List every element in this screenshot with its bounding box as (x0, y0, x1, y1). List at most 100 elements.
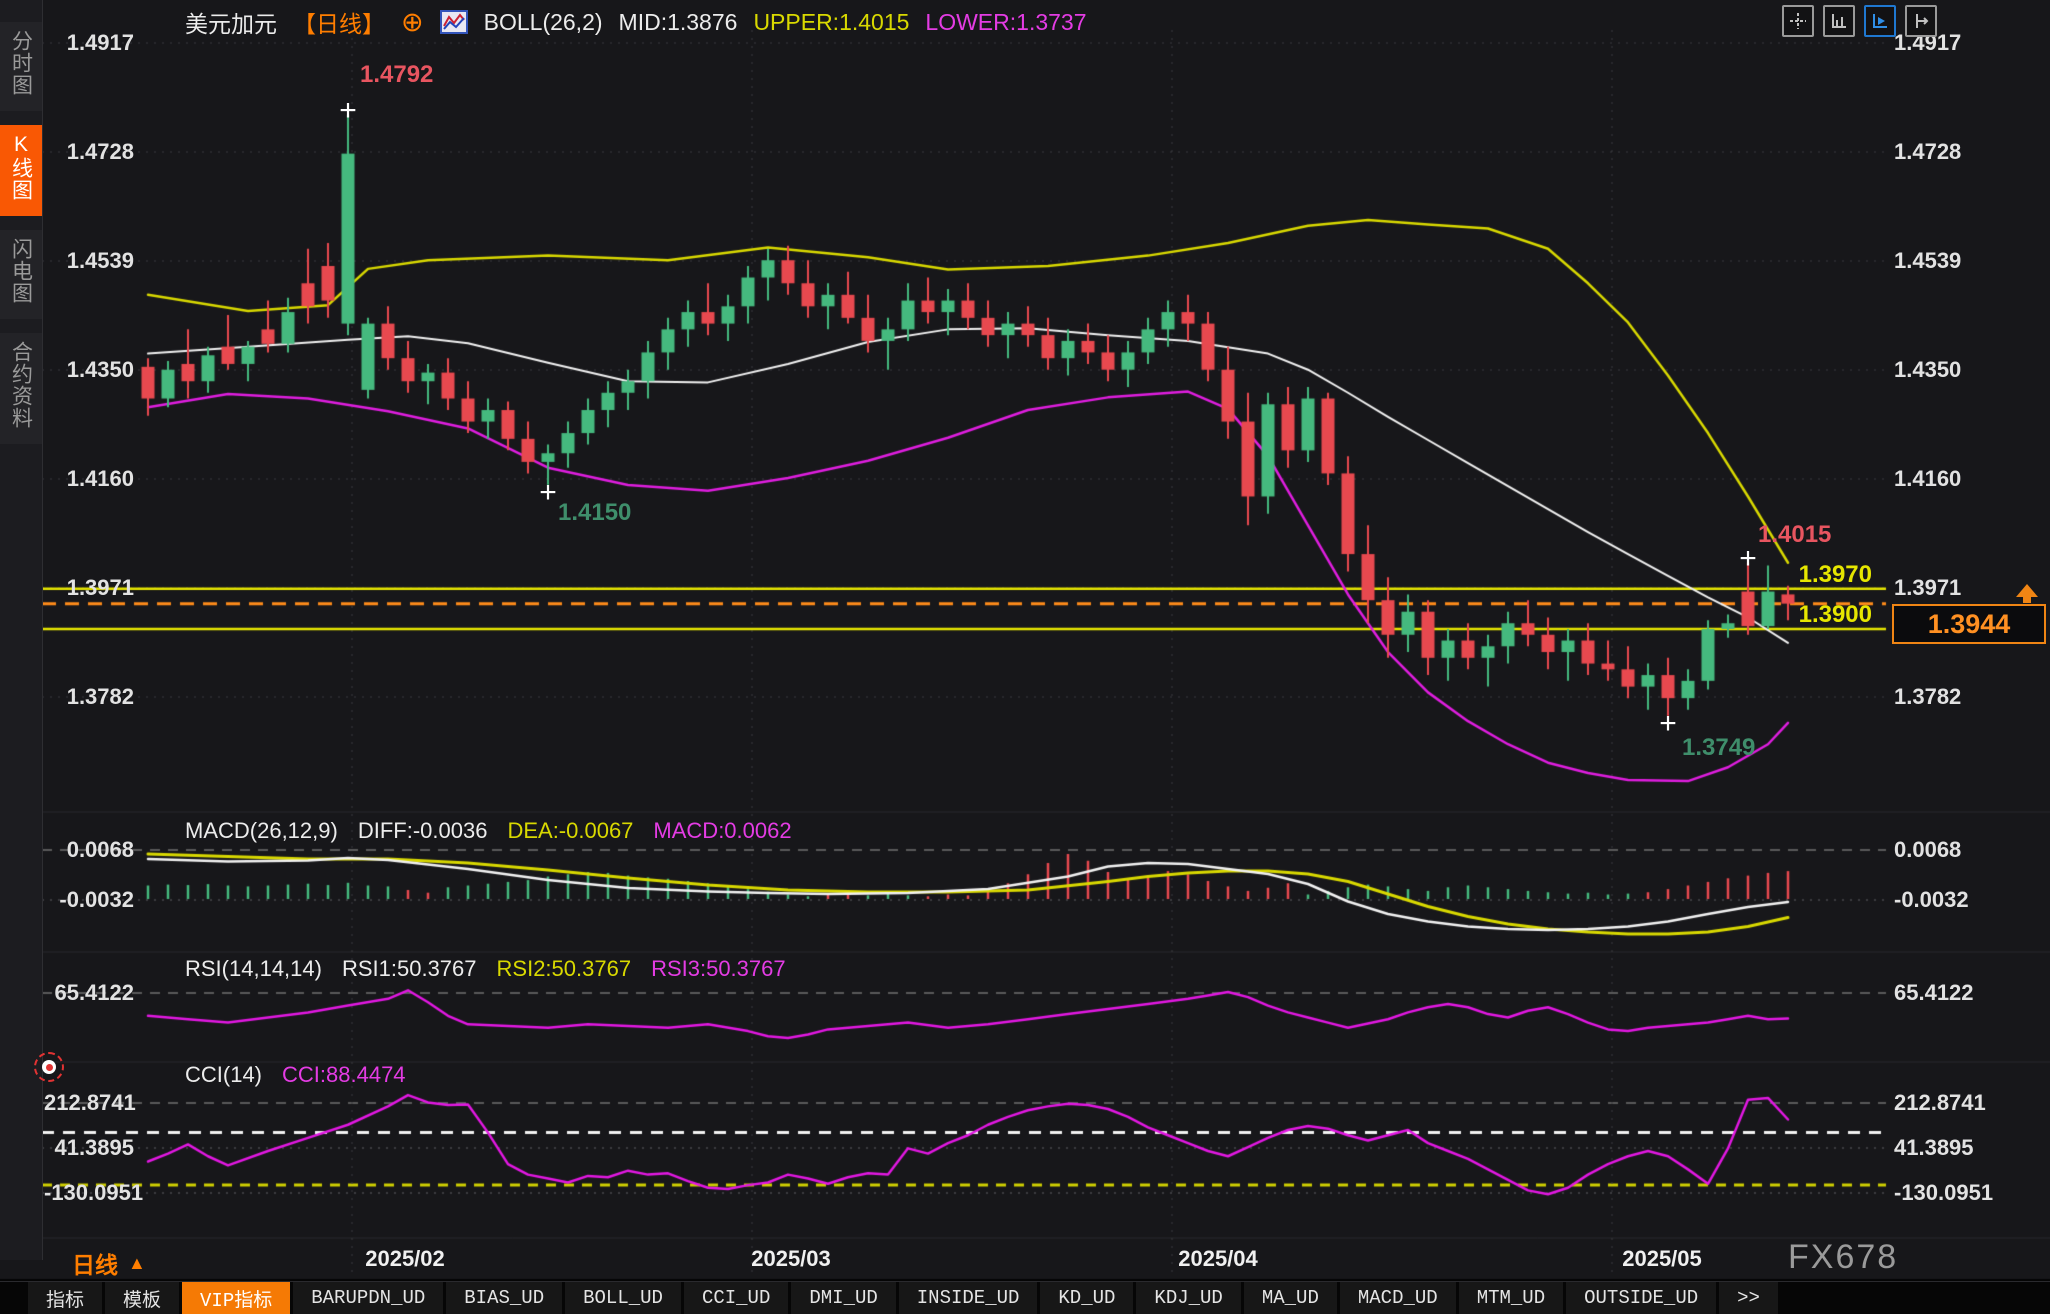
price-axis-label-left: 1.3971 (44, 575, 134, 601)
horizontal-level-label: 1.3900 (1700, 601, 1872, 629)
alert-sun-inner (42, 1060, 56, 1074)
cci-axis-label-left: -130.0951 (44, 1180, 134, 1206)
price-axis-label-left: 1.4160 (44, 466, 134, 492)
current-price-arrow-stem (2023, 597, 2031, 603)
sidebar-item-0[interactable]: 分时图 (0, 22, 42, 111)
rsi2-value: RSI2:50.3767 (497, 956, 632, 982)
price-axis-label-right: 1.3782 (1894, 684, 1961, 710)
alert-sun-icon[interactable] (34, 1052, 64, 1082)
period-label: 日线 (72, 1246, 118, 1280)
tab-kd_ud[interactable]: KD_UD (1040, 1282, 1133, 1314)
macd-axis-label-right: 0.0068 (1894, 837, 1961, 863)
macd-axis-label-left: -0.0032 (44, 887, 134, 913)
tab-macd_ud[interactable]: MACD_UD (1340, 1282, 1456, 1314)
rsi-title: RSI(14,14,14) (185, 956, 322, 982)
xaxis-month-label: 2025/04 (1148, 1246, 1288, 1272)
tab-dmi_ud[interactable]: DMI_UD (791, 1282, 895, 1314)
auto-play-tool-button[interactable] (1864, 5, 1896, 37)
macd-hist-value: MACD:0.0062 (653, 818, 791, 844)
price-axis-label-left: 1.4917 (44, 30, 134, 56)
tab-boll_ud[interactable]: BOLL_UD (565, 1282, 681, 1314)
current-price-box: 1.3944 (1892, 604, 2046, 644)
rsi-indicator-row: RSI(14,14,14) RSI1:50.3767 RSI2:50.3767 … (185, 956, 786, 982)
chart-canvas[interactable] (0, 0, 2050, 1314)
price-axis-label-left: 1.4350 (44, 357, 134, 383)
period-selector[interactable]: 日线 ▲ (72, 1246, 146, 1280)
cci-axis-label-right: 212.8741 (1894, 1090, 1986, 1116)
symbol-title: 美元加元 (185, 5, 277, 39)
extreme-cross-marker: + (1659, 709, 1677, 739)
cci-value: CCI:88.4474 (282, 1062, 406, 1088)
extreme-cross-marker: + (339, 96, 357, 126)
pan-axis-tool-button[interactable] (1905, 5, 1937, 37)
boll-label: BOLL(26,2) (484, 9, 603, 36)
rsi-axis-label-left: 65.4122 (44, 980, 134, 1006)
sidebar-item-1[interactable]: K线图 (0, 125, 42, 216)
cci-axis-label-right: -130.0951 (1894, 1180, 1993, 1206)
sidebar-item-3[interactable]: 合约资料 (0, 333, 42, 444)
tab-指标[interactable]: 指标 (28, 1282, 102, 1314)
xaxis-month-label: 2025/02 (335, 1246, 475, 1272)
horizontal-level-label: 1.3970 (1700, 561, 1872, 589)
price-axis-label-right: 1.4728 (1894, 139, 1961, 165)
cci-axis-label-right: 41.3895 (1894, 1135, 1974, 1161)
tab-cci_ud[interactable]: CCI_UD (684, 1282, 788, 1314)
xaxis-month-label: 2025/03 (721, 1246, 861, 1272)
price-extreme-label: 1.4792 (360, 61, 433, 89)
watermark: FX678 (1788, 1238, 1898, 1277)
macd-diff-value: DIFF:-0.0036 (358, 818, 488, 844)
sidebar-item-label: 合约资料 (8, 341, 35, 429)
macd-axis-label-left: 0.0068 (44, 837, 134, 863)
price-axis-label-right: 1.4539 (1894, 248, 1961, 274)
price-extreme-label: 1.4015 (1758, 521, 1831, 549)
price-axis-label-right: 1.4160 (1894, 466, 1961, 492)
sidebar-item-label: K线图 (8, 133, 35, 201)
tab-more[interactable]: >> (1719, 1282, 1778, 1314)
tab-模板[interactable]: 模板 (105, 1282, 179, 1314)
rsi3-value: RSI3:50.3767 (651, 956, 786, 982)
price-axis-label-left: 1.4728 (44, 139, 134, 165)
tab-kdj_ud[interactable]: KDJ_UD (1136, 1282, 1240, 1314)
boll-mid-value: MID:1.3876 (619, 9, 738, 36)
rsi-axis-label-right: 65.4122 (1894, 980, 1974, 1006)
cci-title: CCI(14) (185, 1062, 262, 1088)
cci-axis-label-left: 41.3895 (44, 1135, 134, 1161)
macd-dea-value: DEA:-0.0067 (507, 818, 633, 844)
crosshair-tool-button[interactable] (1782, 5, 1814, 37)
extreme-cross-marker: + (539, 478, 557, 508)
macd-title: MACD(26,12,9) (185, 818, 338, 844)
alert-sun-core (46, 1064, 53, 1071)
cci-indicator-row: CCI(14) CCI:88.4474 (185, 1062, 406, 1088)
tab-ma_ud[interactable]: MA_UD (1244, 1282, 1337, 1314)
sidebar-item-label: 闪电图 (8, 238, 35, 304)
price-axis-label-right: 1.3971 (1894, 575, 1961, 601)
add-indicator-icon[interactable]: ⊕ (401, 7, 424, 38)
period-arrow-icon: ▲ (128, 1253, 146, 1274)
macd-indicator-row: MACD(26,12,9) DIFF:-0.0036 DEA:-0.0067 M… (185, 818, 792, 844)
tab-vip指标[interactable]: VIP指标 (182, 1282, 290, 1314)
chart-header: 美元加元 【日线】 ⊕ BOLL(26,2) MID:1.3876 UPPER:… (185, 5, 1087, 39)
sidebar-item-label: 分时图 (8, 30, 35, 96)
app-window: 分时图 K线图闪电图合约资料 美元加元 【日线】 ⊕ BOLL(26,2) MID… (0, 0, 2050, 1314)
sidebar-item-2[interactable]: 闪电图 (0, 230, 42, 319)
boll-lower-value: LOWER:1.3737 (925, 9, 1086, 36)
tab-outside_ud[interactable]: OUTSIDE_UD (1566, 1282, 1716, 1314)
axis-scale-tool-button[interactable] (1823, 5, 1855, 37)
tab-bias_ud[interactable]: BIAS_UD (446, 1282, 562, 1314)
price-extreme-label: 1.4150 (558, 499, 631, 527)
tab-mtm_ud[interactable]: MTM_UD (1459, 1282, 1563, 1314)
rsi1-value: RSI1:50.3767 (342, 956, 477, 982)
price-axis-label-left: 1.4539 (44, 248, 134, 274)
tab-inside_ud[interactable]: INSIDE_UD (899, 1282, 1038, 1314)
price-axis-label-left: 1.3782 (44, 684, 134, 710)
tab-barupdn_ud[interactable]: BARUPDN_UD (293, 1282, 443, 1314)
xaxis-month-label: 2025/05 (1592, 1246, 1732, 1272)
price-extreme-label: 1.3749 (1682, 734, 1755, 762)
chart-toolbar (1782, 5, 1937, 37)
boll-upper-value: UPPER:1.4015 (753, 9, 909, 36)
period-tag[interactable]: 【日线】 (293, 5, 385, 39)
cci-axis-label-left: 212.8741 (44, 1090, 134, 1116)
current-price-arrow-icon (2016, 584, 2038, 597)
macd-axis-label-right: -0.0032 (1894, 887, 1969, 913)
mini-chart-icon (440, 10, 468, 34)
